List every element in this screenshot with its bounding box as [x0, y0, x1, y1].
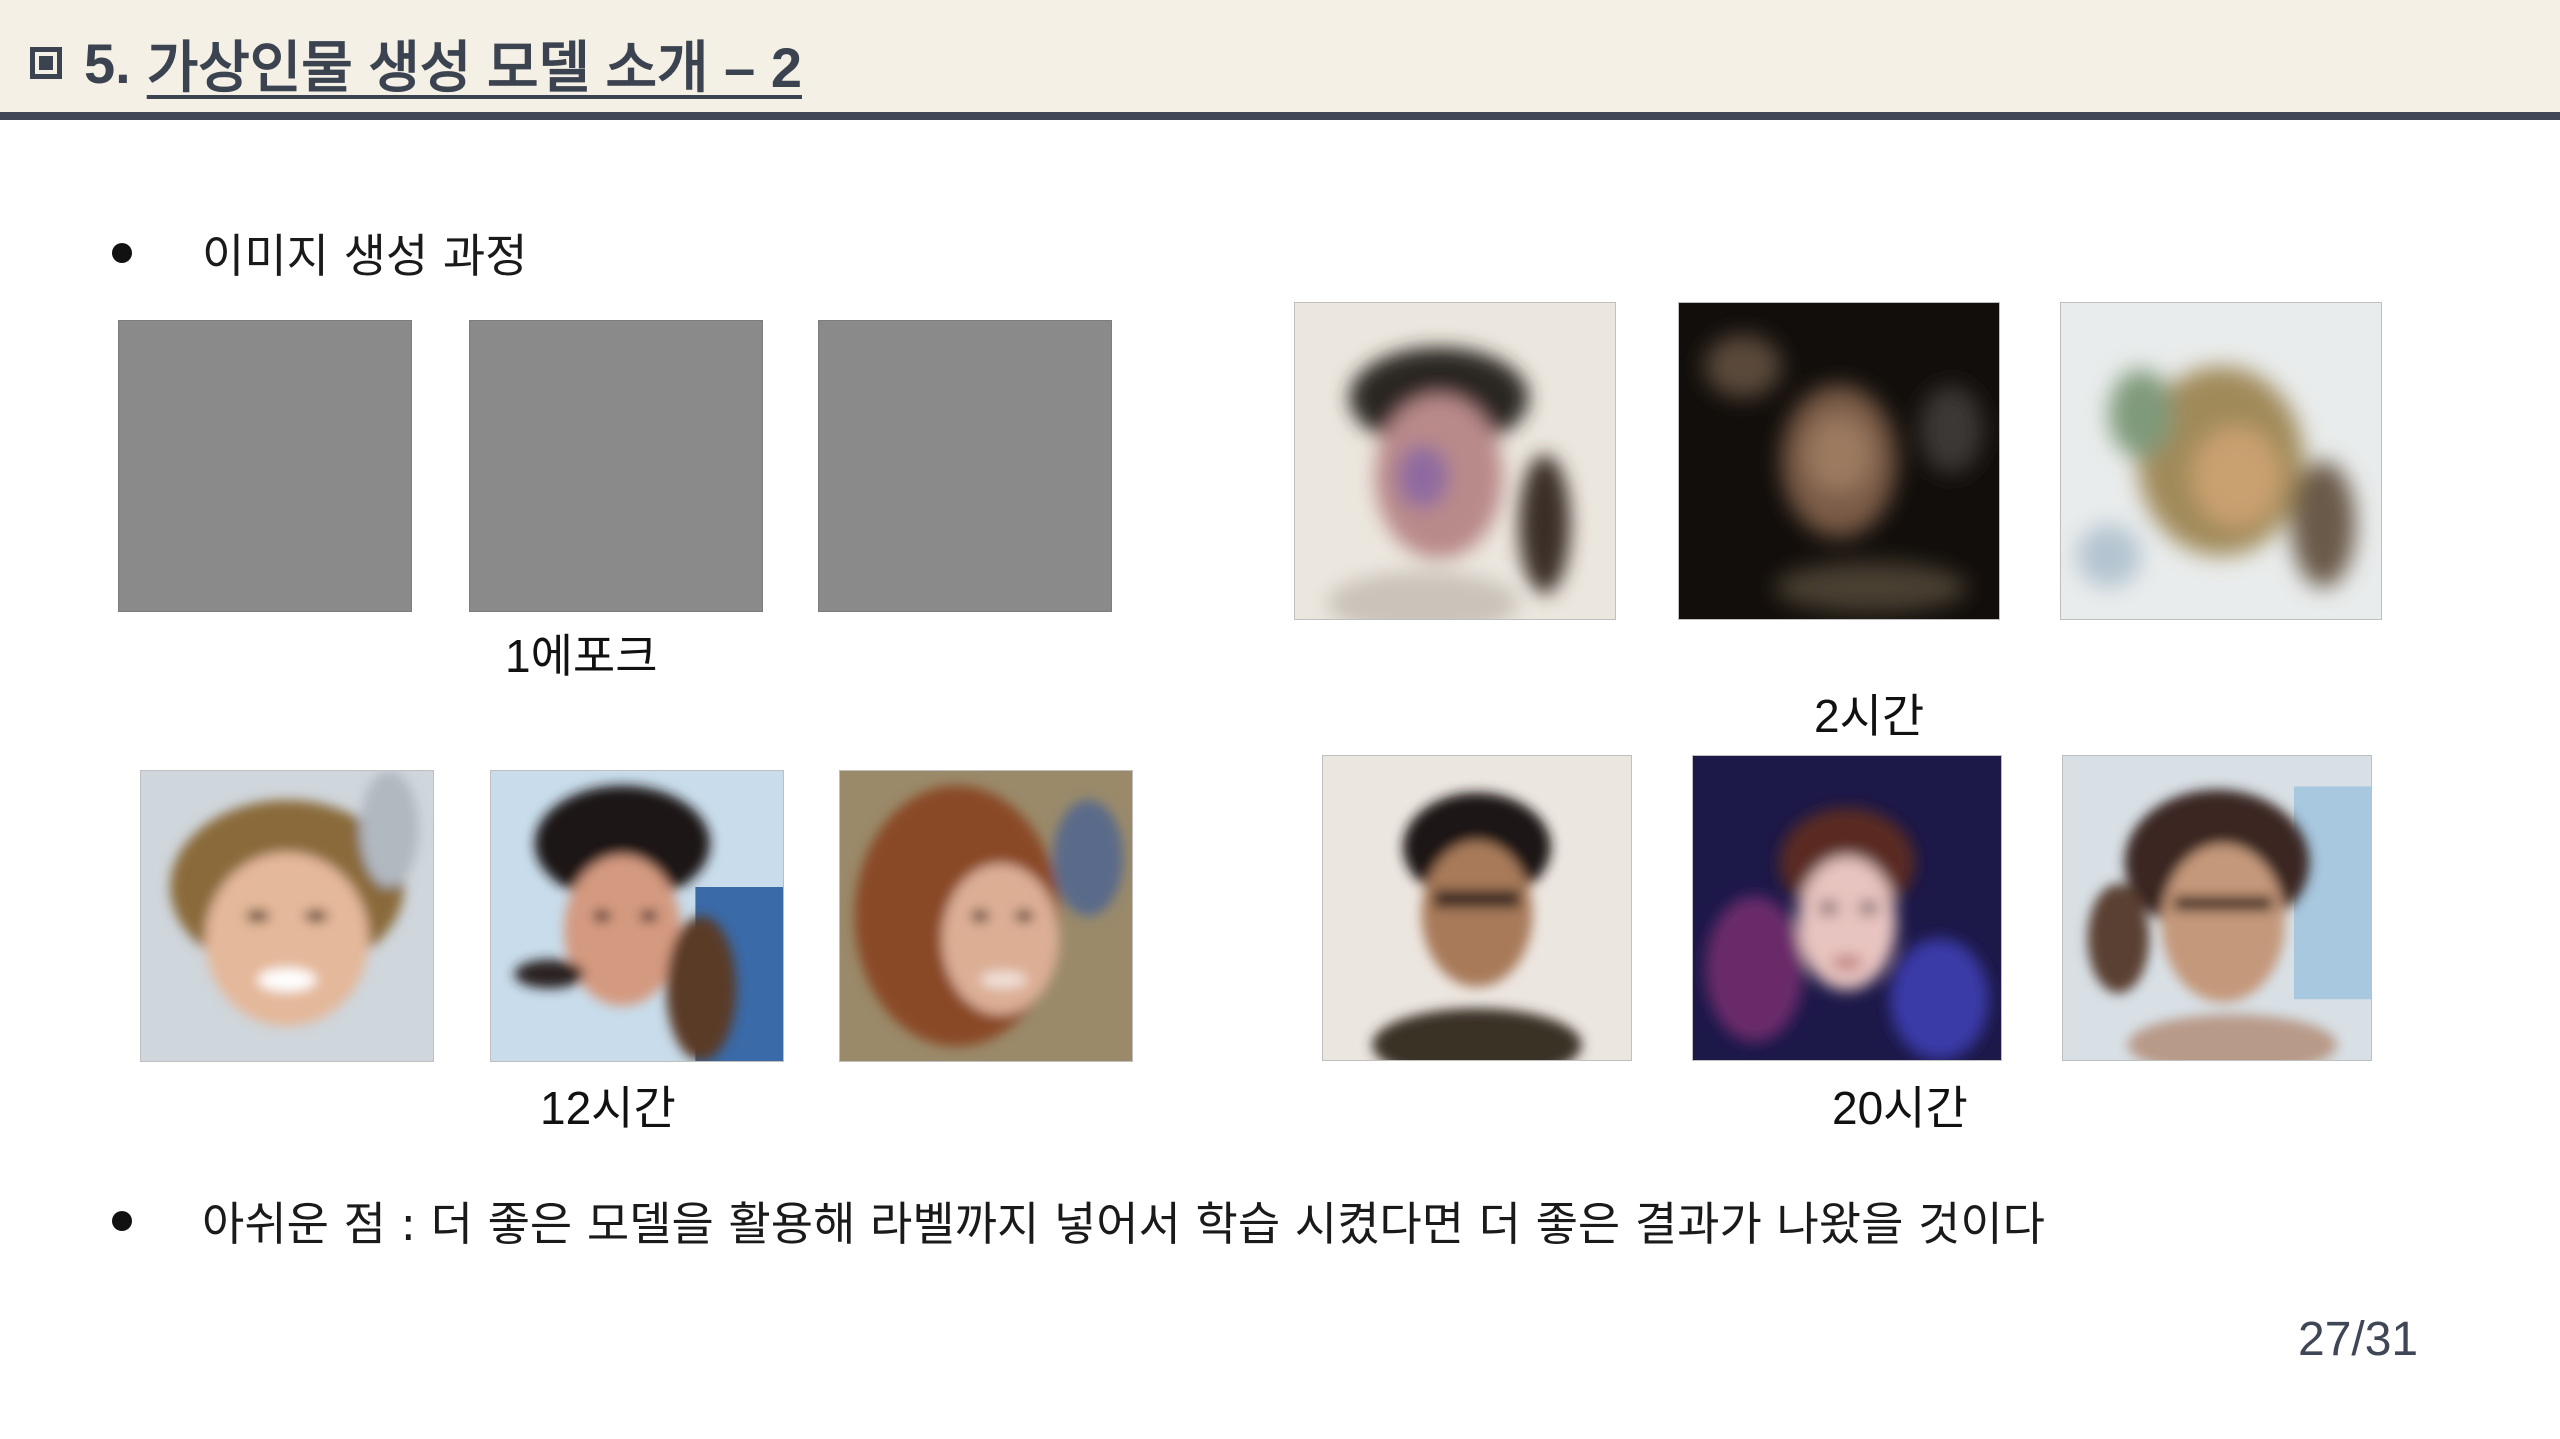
epoch1-image-1 — [118, 320, 412, 612]
hours2-image-1 — [1294, 302, 1616, 620]
epoch1-image-2 — [469, 320, 763, 612]
hours12-image-2 — [490, 770, 784, 1062]
bullet-item-regret: 아쉬운 점 : 더 좋은 모델을 활용해 라벨까지 넣어서 학습 시켰다면 더 … — [112, 1188, 2045, 1254]
header-divider — [0, 112, 2560, 120]
title-text: 가상인물 생성 모델 소개 – 2 — [146, 35, 802, 99]
epoch1-image-3 — [818, 320, 1112, 612]
hours20-image-3 — [2062, 755, 2372, 1061]
hours12-image-3 — [839, 770, 1133, 1062]
hours2-image-3 — [2060, 302, 2382, 620]
hours20-image-1 — [1322, 755, 1632, 1061]
hours12-image-1 — [140, 770, 434, 1062]
caption-12-hours: 12시간 — [540, 1082, 676, 1134]
bullet-text: 아쉬운 점 : 더 좋은 모델을 활용해 라벨까지 넣어서 학습 시켰다면 더 … — [202, 1197, 2045, 1251]
slide-title: 5. 가상인물 생성 모델 소개 – 2 — [30, 28, 802, 99]
page-number: 27/31 — [2298, 1313, 2419, 1366]
hours2-image-2 — [1678, 302, 2000, 620]
bullet-dot-icon — [112, 1211, 132, 1231]
caption-2-hours: 2시간 — [1814, 690, 1925, 742]
caption-20-hours: 20시간 — [1832, 1082, 1968, 1134]
caption-epoch1: 1에포크 — [505, 630, 658, 682]
bullet-dot-icon — [112, 243, 132, 263]
bullet-text: 이미지 생성 과정 — [202, 229, 528, 283]
bullet-item-process: 이미지 생성 과정 — [112, 220, 527, 286]
hours20-image-2 — [1692, 755, 2002, 1061]
section-number: 5. — [84, 31, 131, 95]
square-bullet-icon — [30, 47, 62, 79]
